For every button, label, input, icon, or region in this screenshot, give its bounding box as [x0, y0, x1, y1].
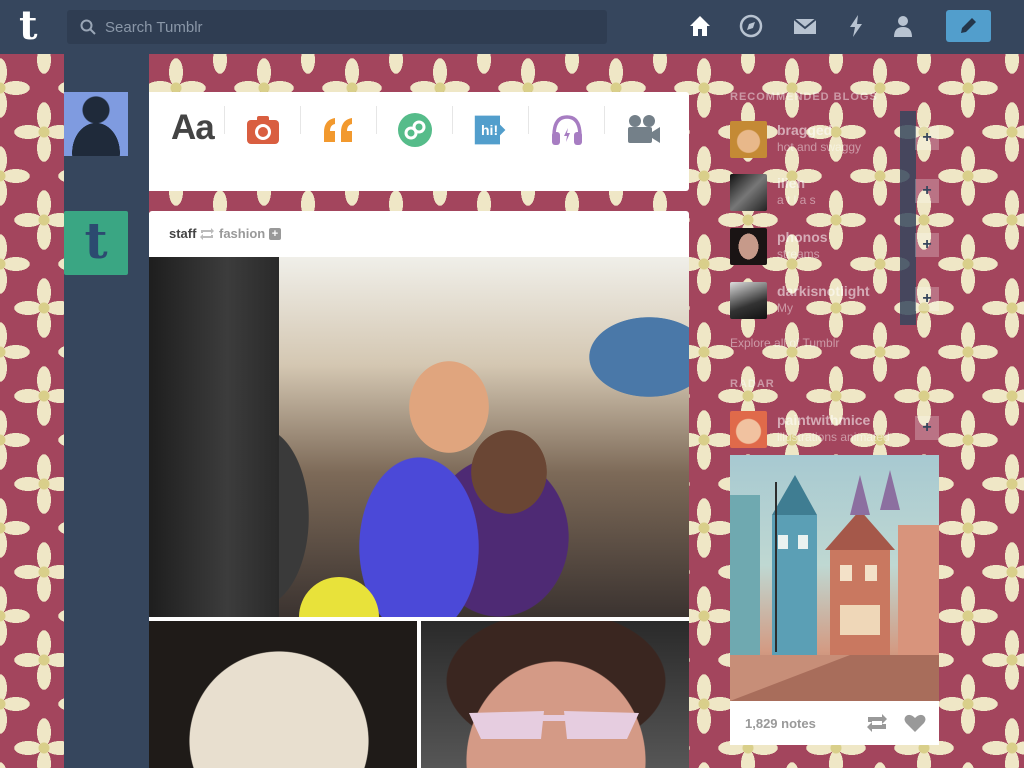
blog-name[interactable]: phonos: [777, 229, 828, 245]
home-icon[interactable]: [687, 13, 713, 39]
blog-avatar[interactable]: [730, 228, 767, 265]
blog-name[interactable]: paintwithmice: [777, 412, 870, 428]
blog-subtitle: streams: [777, 247, 820, 261]
post-video-button[interactable]: [605, 106, 681, 154]
explore-link[interactable]: Explore all of Tumblr: [730, 336, 839, 350]
post-photo-girl[interactable]: [421, 621, 689, 768]
blog-avatar[interactable]: [730, 174, 767, 211]
blog-name[interactable]: darkisnotlight: [777, 283, 870, 299]
follow-button[interactable]: +: [915, 179, 939, 203]
tumblr-logo[interactable]: t: [19, 6, 49, 46]
reblog-icon: [200, 228, 214, 240]
video-icon: [628, 115, 660, 143]
compose-button[interactable]: [946, 10, 991, 42]
radar-image[interactable]: [730, 455, 939, 701]
post-photo-button[interactable]: [225, 106, 301, 154]
activity-icon[interactable]: [843, 13, 869, 39]
radar-footer: 1,829 notes: [730, 701, 939, 745]
follow-button[interactable]: +: [915, 287, 939, 311]
search-box[interactable]: [67, 10, 607, 44]
radar-post: 1,829 notes: [730, 455, 939, 745]
blog-name[interactable]: ilien: [777, 175, 805, 191]
post-source[interactable]: fashion: [219, 226, 265, 241]
post-quote-button[interactable]: [301, 106, 377, 154]
pencil-icon: [961, 18, 976, 33]
quote-icon: [324, 118, 352, 142]
notes-count[interactable]: 1,829 notes: [745, 716, 816, 731]
post-photo-main[interactable]: [149, 257, 689, 617]
photo-detail: [299, 577, 379, 617]
reblog-icon[interactable]: [866, 713, 888, 733]
dashboard-rail: [64, 54, 149, 768]
chat-label: hi!: [481, 122, 499, 138]
account-icon[interactable]: [890, 13, 916, 39]
search-input[interactable]: [105, 10, 595, 44]
search-icon: [80, 19, 96, 35]
post-type-selector: Aa hi!: [149, 92, 689, 191]
post-photo-dog[interactable]: [149, 621, 417, 768]
blog-subtitle: My: [777, 301, 793, 315]
follow-button[interactable]: +: [915, 126, 939, 150]
radar-blog[interactable]: paintwithmice illustrations animated +: [730, 411, 940, 461]
staff-avatar[interactable]: t: [64, 211, 128, 275]
town-illustration: [730, 470, 939, 701]
recommended-blog[interactable]: bragged hot and swaggy +: [730, 121, 940, 171]
blog-subtitle: illustrations animated: [777, 430, 890, 444]
blog-avatar[interactable]: [730, 121, 767, 158]
blog-subtitle: a t l a s: [777, 193, 816, 207]
recommended-blog[interactable]: ilien a t l a s +: [730, 174, 940, 224]
headphones-icon: [552, 115, 582, 145]
post-audio-button[interactable]: [529, 106, 605, 154]
follow-button[interactable]: +: [915, 233, 939, 257]
post-text-button[interactable]: Aa: [149, 106, 225, 154]
post-chat-button[interactable]: hi!: [453, 106, 529, 154]
top-bar: t: [0, 0, 1024, 54]
user-avatar[interactable]: [64, 92, 128, 156]
radar-title: RADAR: [730, 378, 775, 390]
blog-subtitle: hot and swaggy: [777, 140, 862, 154]
recommended-blog[interactable]: darkisnotlight My +: [730, 282, 940, 332]
recommended-blog[interactable]: phonos streams +: [730, 228, 940, 278]
camera-icon: [247, 116, 279, 144]
dashboard-post: staff fashion +: [149, 211, 689, 768]
recommended-title: RECOMMENDED BLOGS: [730, 91, 878, 103]
post-author[interactable]: staff: [169, 226, 196, 241]
inbox-icon[interactable]: [792, 13, 818, 39]
sunglasses-shape: [469, 711, 639, 739]
blog-name[interactable]: bragged: [777, 122, 832, 138]
text-icon: Aa: [171, 108, 215, 147]
blog-avatar[interactable]: [730, 411, 767, 448]
follow-button[interactable]: +: [915, 416, 939, 440]
explore-icon[interactable]: [738, 13, 764, 39]
blog-avatar[interactable]: [730, 282, 767, 319]
post-link-button[interactable]: [377, 106, 453, 154]
post-header: staff fashion +: [169, 226, 281, 242]
heart-icon[interactable]: [904, 713, 926, 733]
photo-background-wall: [149, 257, 279, 617]
follow-plus-icon[interactable]: +: [269, 228, 281, 240]
link-icon: [398, 113, 432, 147]
